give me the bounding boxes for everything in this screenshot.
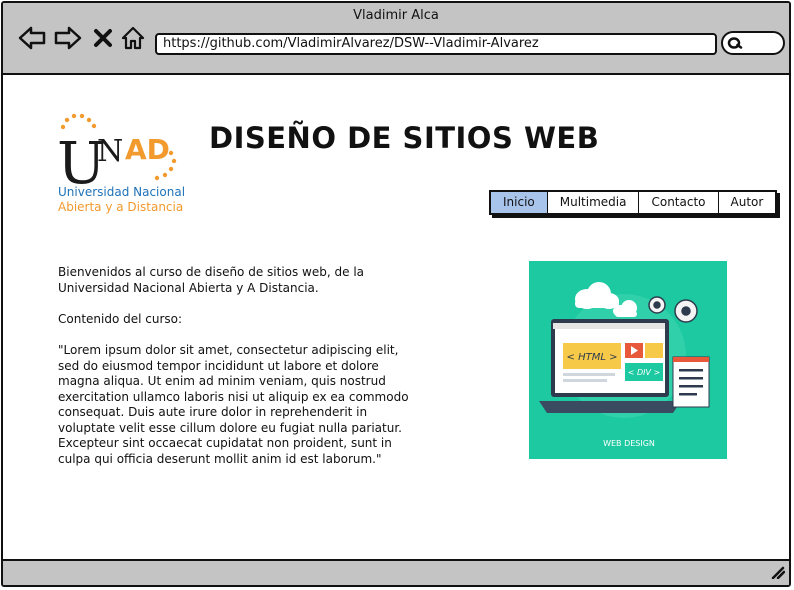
close-icon[interactable] [93,28,113,48]
logo-letters-ad: AD [125,133,170,166]
search-field[interactable] [721,31,785,55]
nav-item-inicio[interactable]: Inicio [491,192,548,213]
page-title: DISEÑO DE SITIOS WEB [209,121,600,155]
browser-window: Vladimir Alca https://github.com/Vladimi… [1,1,791,587]
main-nav: Inicio Multimedia Contacto Autor [489,190,778,215]
nav-item-multimedia[interactable]: Multimedia [548,192,640,213]
hero-caption: WEB DESIGN [603,439,655,448]
nav-item-contacto[interactable]: Contacto [639,192,719,213]
document-icon [672,356,710,408]
logo-subtitle-line2: Abierta y a Distancia [58,200,184,214]
logo-letter-n: N [97,134,123,169]
back-icon[interactable] [17,25,47,51]
html-tag-label: < HTML > [567,352,618,363]
resize-handle-icon[interactable] [769,565,785,579]
div-tag-label: < DIV > [628,368,660,377]
nav-item-autor[interactable]: Autor [719,192,776,213]
search-icon[interactable] [727,36,743,50]
forward-icon[interactable] [53,25,83,51]
address-bar[interactable]: https://github.com/VladimirAlvarez/DSW--… [155,33,717,55]
intro-text: Bienvenidos al curso de diseño de sitios… [58,265,365,295]
browser-toolbar: Vladimir Alca https://github.com/Vladimi… [3,3,789,75]
laptop-base [539,401,681,413]
web-design-illustration: < HTML > < DIV > WEB DESIGN [529,261,727,459]
window-title: Vladimir Alca [353,8,439,23]
lorem-text: "Lorem ipsum dolor sit amet, consectetur… [58,343,409,466]
course-label: Contenido del curso: [58,312,183,326]
status-bar [3,559,789,585]
logo-subtitle-line1: Universidad Nacional [58,185,186,199]
home-icon[interactable] [120,25,146,51]
